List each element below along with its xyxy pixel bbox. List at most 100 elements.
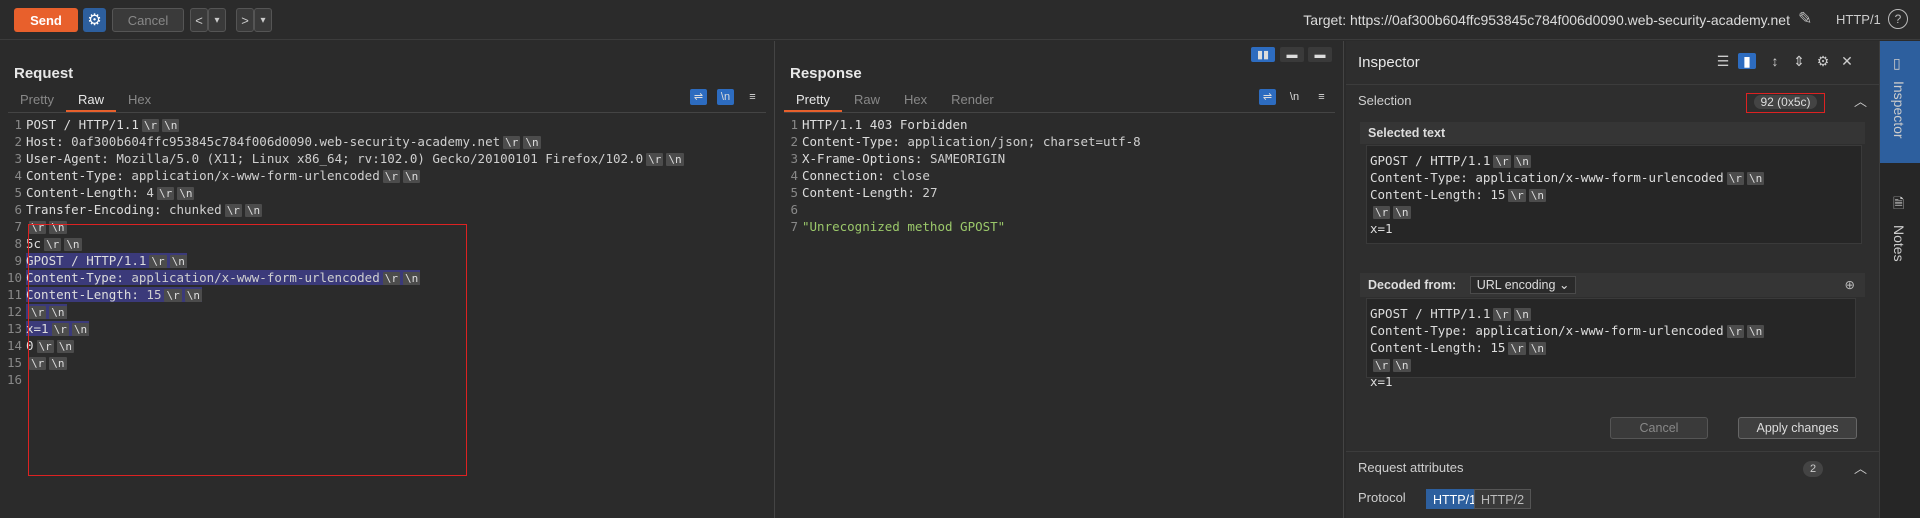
protocol-option-http2[interactable]: HTTP/2	[1474, 489, 1532, 509]
smuggled-request-highlight	[28, 224, 467, 476]
help-icon[interactable]: ?	[1888, 9, 1908, 29]
add-decode-icon[interactable]: ⊕	[1845, 273, 1855, 297]
line-text: Content-Length: 15	[1370, 187, 1506, 202]
request-attributes-header[interactable]: Request attributes 2 ︿	[1346, 451, 1879, 482]
menu-icon[interactable]: ≡	[1313, 89, 1330, 105]
header-colon: :	[877, 168, 885, 183]
header-name: Content-Type	[26, 168, 117, 183]
crlf-token: \r	[1508, 189, 1526, 202]
notes-rail-tab[interactable]: 🗎 Notes	[1880, 189, 1920, 309]
word-wrap-icon[interactable]: ⇌	[690, 89, 707, 105]
forward-button[interactable]: >	[236, 8, 254, 32]
close-icon[interactable]: ✕	[1838, 53, 1856, 69]
pencil-icon[interactable]: ✎	[1798, 9, 1818, 29]
crlf-token: \n	[1746, 325, 1765, 338]
header-colon: :	[101, 151, 109, 166]
tab-pretty[interactable]: Pretty	[784, 90, 842, 112]
tab-render[interactable]: Render	[939, 90, 1006, 112]
apply-changes-button[interactable]: Apply changes	[1738, 417, 1857, 439]
box-line: x=1	[1367, 373, 1855, 390]
line-number: 5	[14, 185, 22, 200]
line-number: 14	[6, 338, 22, 353]
list-view-icon[interactable]: ☰	[1714, 53, 1732, 69]
line-number: 13	[6, 321, 22, 336]
decoding-select[interactable]: URL encoding ⌄	[1469, 276, 1577, 294]
header-value: chunked	[161, 202, 222, 217]
side-rail: ▯ Inspector 🗎 Notes	[1879, 41, 1920, 518]
code-text: Content-Type: application/json; charset=…	[802, 134, 1141, 149]
header-value: application/x-www-form-urlencoded	[123, 168, 380, 183]
inspector-rail-tab[interactable]: ▯ Inspector	[1880, 41, 1920, 163]
header-value: 0af300b604ffc953845c784f006d0090.web-sec…	[63, 134, 501, 149]
crlf-token: \r	[382, 170, 400, 183]
box-line: Content-Type: application/x-www-form-url…	[1367, 322, 1855, 339]
line-number: 7	[790, 219, 798, 234]
crlf-token: \n	[523, 136, 541, 149]
code-line: 5 Content-Length: 4 \r \n	[0, 184, 774, 201]
inspector-panel-icon: ▯	[1893, 55, 1901, 71]
tab-raw[interactable]: Raw	[65, 90, 116, 112]
send-button[interactable]: Send	[14, 8, 78, 32]
code-text: User-Agent: Mozilla/5.0 (X11; Linux x86_…	[26, 151, 643, 166]
cancel-button[interactable]: Cancel	[1610, 417, 1708, 439]
settings-button[interactable]: ⚙	[83, 8, 106, 32]
code-text: X-Frame-Options: SAMEORIGIN	[802, 151, 1005, 166]
line-number: 4	[790, 168, 798, 183]
crlf-token: \r	[1373, 206, 1391, 219]
tab-hex[interactable]: Hex	[892, 90, 939, 112]
crlf-token: \n	[1513, 308, 1531, 321]
collapse-all-icon[interactable]: ⇕	[1790, 53, 1808, 69]
show-newlines-toggle[interactable]: \n	[717, 89, 734, 105]
code-line: 3 User-Agent: Mozilla/5.0 (X11; Linux x86…	[0, 150, 774, 167]
crlf-token: \n	[1393, 206, 1411, 219]
inspector-title: Inspector	[1358, 54, 1420, 71]
notes-icon: 🗎	[1893, 195, 1905, 211]
crlf-token: \r	[1493, 155, 1511, 168]
code-line: 1 HTTP/1.1 403 Forbidden	[776, 116, 1343, 133]
request-attributes-label: Request attributes	[1358, 460, 1464, 475]
line-number: 2	[14, 134, 22, 149]
response-tabs: Pretty Raw Hex Render	[784, 90, 1006, 112]
line-number: 10	[6, 270, 22, 285]
line-number: 1	[14, 117, 22, 132]
decoded-text-box[interactable]: GPOST / HTTP/1.1 \r \n Content-Type: applic…	[1366, 298, 1856, 389]
code-line: 7 "Unrecognized method GPOST"	[776, 218, 1343, 235]
tab-hex[interactable]: Hex	[116, 90, 163, 112]
tab-raw[interactable]: Raw	[842, 90, 892, 112]
crlf-token: \n	[244, 204, 263, 217]
chevron-up-icon[interactable]: ︿	[1854, 91, 1867, 110]
crlf-token: \n	[1513, 155, 1531, 168]
crlf-token: \r	[1373, 359, 1391, 372]
header-colon: :	[907, 185, 915, 200]
word-wrap-icon[interactable]: ⇌	[1259, 89, 1276, 105]
cancel-request-button[interactable]: Cancel	[112, 8, 184, 32]
string-value: "Unrecognized method GPOST"	[802, 219, 1006, 234]
line-number: 8	[14, 236, 22, 251]
show-newlines-toggle[interactable]: \n	[1286, 89, 1303, 105]
request-panel: Request Pretty Raw Hex ⇌ \n ≡ 1 POST / HT…	[0, 41, 775, 518]
selected-text-box[interactable]: GPOST / HTTP/1.1 \r \n Content-Type: applic…	[1366, 145, 1862, 244]
response-editor[interactable]: 1 HTTP/1.1 403 Forbidden 2 Content-Type: ap…	[776, 116, 1343, 235]
code-line: 4 Content-Type: application/x-www-form-ur…	[0, 167, 774, 184]
chevron-up-icon[interactable]: ︿	[1854, 458, 1867, 477]
forward-history-dropdown[interactable]: ▾	[254, 8, 272, 32]
line-number: 15	[6, 355, 22, 370]
back-history-dropdown[interactable]: ▾	[208, 8, 226, 32]
response-title: Response	[790, 65, 862, 82]
expand-all-icon[interactable]: ↕	[1766, 53, 1784, 69]
code-text: Content-Length: 27	[802, 185, 937, 200]
gear-icon[interactable]: ⚙	[1814, 53, 1832, 69]
header-value: 27	[914, 185, 938, 200]
line-number: 6	[790, 202, 798, 217]
back-button[interactable]: <	[190, 8, 208, 32]
crlf-token: \r	[646, 153, 664, 166]
header-colon: :	[116, 168, 124, 183]
tab-pretty[interactable]: Pretty	[8, 90, 66, 112]
line-text: x=1	[1370, 221, 1393, 236]
crlf-token: \n	[1528, 189, 1546, 202]
menu-icon[interactable]: ≡	[744, 89, 761, 105]
header-name: User-Agent	[26, 151, 102, 166]
line-number: 3	[14, 151, 22, 166]
crlf-token: \r	[503, 136, 521, 149]
panel-view-icon[interactable]: ▮	[1738, 53, 1756, 69]
